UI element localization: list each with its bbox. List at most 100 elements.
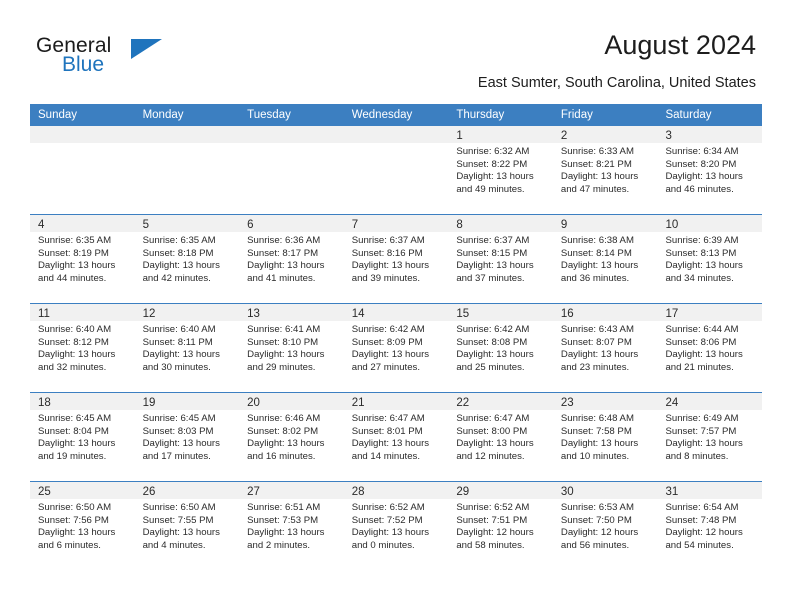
weekday-header-row: Sunday Monday Tuesday Wednesday Thursday… xyxy=(30,104,762,126)
sunset-time: Sunset: 8:14 PM xyxy=(560,247,632,259)
sunrise-time: Sunrise: 6:39 AM xyxy=(665,235,739,246)
calendar-day-cell[interactable]: 26 Sunrise: 6:50 AM Sunset: 7:55 PM Dayligh… xyxy=(134,482,240,570)
day-number: 14 xyxy=(351,308,365,320)
general-blue-logo: General Blue xyxy=(36,34,236,84)
day-number: 16 xyxy=(560,308,574,320)
weekday-header-tuesday: Tuesday xyxy=(247,109,291,121)
sunrise-time: Sunrise: 6:32 AM xyxy=(456,146,530,157)
day-number: 18 xyxy=(38,397,51,409)
day-number-band: 25 xyxy=(30,482,135,499)
day-sun-info: Sunrise: 6:46 AM Sunset: 8:02 PM Daylight:… xyxy=(239,410,344,463)
daylight-duration-line2: and 41 minutes. xyxy=(247,272,316,284)
calendar-week-row: 25 Sunrise: 6:50 AM Sunset: 7:56 PM Dayligh… xyxy=(30,481,763,570)
daylight-duration-line2: and 56 minutes. xyxy=(560,539,630,551)
day-sun-info: Sunrise: 6:53 AM Sunset: 7:50 PM Daylight:… xyxy=(553,499,658,552)
day-number: 31 xyxy=(665,486,679,498)
calendar-day-cell[interactable]: 8 Sunrise: 6:37 AM Sunset: 8:15 PM Daylight… xyxy=(448,215,553,303)
calendar-day-cell[interactable]: 16 Sunrise: 6:43 AM Sunset: 8:07 PM Dayligh… xyxy=(552,304,658,392)
sunrise-time: Sunrise: 6:52 AM xyxy=(456,502,530,513)
calendar-day-cell[interactable]: 4 Sunrise: 6:35 AM Sunset: 8:19 PM Daylight… xyxy=(30,215,135,303)
daylight-duration-line1: Daylight: 12 hours xyxy=(456,527,534,539)
calendar-day-cell[interactable]: 25 Sunrise: 6:50 AM Sunset: 7:56 PM Dayligh… xyxy=(30,482,135,570)
calendar-day-cell[interactable]: 14 Sunrise: 6:42 AM Sunset: 8:09 PM Dayligh… xyxy=(343,304,449,392)
day-number-band: 7 xyxy=(343,215,449,232)
calendar-day-cell[interactable]: 22 Sunrise: 6:47 AM Sunset: 8:00 PM Dayligh… xyxy=(448,393,553,481)
day-sun-info: Sunrise: 6:38 AM Sunset: 8:14 PM Daylight:… xyxy=(553,232,658,285)
daylight-duration-line1: Daylight: 13 hours xyxy=(247,260,325,272)
day-sun-info: Sunrise: 6:49 AM Sunset: 7:57 PM Daylight:… xyxy=(657,410,762,463)
day-number: 2 xyxy=(560,130,568,142)
daylight-duration-line2: and 12 minutes. xyxy=(456,450,525,462)
calendar-day-cell[interactable]: 30 Sunrise: 6:53 AM Sunset: 7:50 PM Dayligh… xyxy=(552,482,658,570)
calendar-day-cell[interactable]: 1 Sunrise: 6:32 AM Sunset: 8:22 PM Daylight… xyxy=(448,126,553,214)
calendar-day-cell[interactable]: 27 Sunrise: 6:51 AM Sunset: 7:53 PM Dayligh… xyxy=(239,482,344,570)
page-header: General Blue August 2024 East Sumter, So… xyxy=(0,0,792,104)
day-number-band xyxy=(239,126,344,143)
sunset-time: Sunset: 8:08 PM xyxy=(456,336,528,348)
day-number-band: 24 xyxy=(657,393,763,410)
calendar-day-cell[interactable]: 13 Sunrise: 6:41 AM Sunset: 8:10 PM Dayligh… xyxy=(239,304,344,392)
day-number-band: 22 xyxy=(448,393,553,410)
day-number-band: 16 xyxy=(552,304,658,321)
sunrise-time: Sunrise: 6:35 AM xyxy=(38,235,112,246)
sunrise-time: Sunrise: 6:46 AM xyxy=(247,413,321,424)
calendar-day-cell[interactable]: 2 Sunrise: 6:33 AM Sunset: 8:21 PM Daylight… xyxy=(552,126,658,214)
calendar-day-cell[interactable]: 10 Sunrise: 6:39 AM Sunset: 8:13 PM Dayligh… xyxy=(657,215,763,303)
calendar-day-cell[interactable]: 17 Sunrise: 6:44 AM Sunset: 8:06 PM Dayligh… xyxy=(657,304,763,392)
sunrise-time: Sunrise: 6:50 AM xyxy=(38,502,112,513)
calendar-day-cell[interactable]: 28 Sunrise: 6:52 AM Sunset: 7:52 PM Dayligh… xyxy=(343,482,449,570)
calendar-day-cell[interactable]: 6 Sunrise: 6:36 AM Sunset: 8:17 PM Daylight… xyxy=(239,215,344,303)
sunset-time: Sunset: 8:15 PM xyxy=(456,247,528,259)
calendar-day-cell[interactable]: 19 Sunrise: 6:45 AM Sunset: 8:03 PM Dayligh… xyxy=(134,393,240,481)
day-number: 21 xyxy=(351,397,365,409)
daylight-duration-line2: and 6 minutes. xyxy=(38,539,101,551)
calendar-day-cell[interactable]: 20 Sunrise: 6:46 AM Sunset: 8:02 PM Dayligh… xyxy=(239,393,344,481)
daylight-duration-line1: Daylight: 13 hours xyxy=(456,260,534,272)
daylight-duration-line1: Daylight: 13 hours xyxy=(247,438,325,450)
calendar-day-cell[interactable]: 11 Sunrise: 6:40 AM Sunset: 8:12 PM Dayligh… xyxy=(30,304,135,392)
sunset-time: Sunset: 8:16 PM xyxy=(351,247,423,259)
day-sun-info: Sunrise: 6:36 AM Sunset: 8:17 PM Daylight:… xyxy=(239,232,344,285)
calendar-day-cell[interactable]: 5 Sunrise: 6:35 AM Sunset: 8:18 PM Daylight… xyxy=(134,215,240,303)
day-number-band: 27 xyxy=(239,482,344,499)
day-number: 3 xyxy=(665,130,672,142)
sunset-time: Sunset: 7:58 PM xyxy=(560,425,632,437)
calendar-day-cell[interactable]: 7 Sunrise: 6:37 AM Sunset: 8:16 PM Daylight… xyxy=(343,215,449,303)
sunrise-time: Sunrise: 6:40 AM xyxy=(38,324,112,335)
sunrise-time: Sunrise: 6:52 AM xyxy=(351,502,425,513)
calendar-day-cell-empty xyxy=(343,126,449,214)
calendar-day-cell[interactable]: 23 Sunrise: 6:48 AM Sunset: 7:58 PM Dayligh… xyxy=(552,393,658,481)
daylight-duration-line2: and 30 minutes. xyxy=(142,361,211,373)
daylight-duration-line2: and 44 minutes. xyxy=(38,272,107,284)
calendar-day-cell[interactable]: 31 Sunrise: 6:54 AM Sunset: 7:48 PM Dayligh… xyxy=(657,482,763,570)
day-sun-info: Sunrise: 6:42 AM Sunset: 8:08 PM Daylight:… xyxy=(448,321,553,374)
day-number: 25 xyxy=(38,486,51,498)
calendar-day-cell-empty xyxy=(239,126,344,214)
daylight-duration-line1: Daylight: 13 hours xyxy=(560,171,639,183)
day-number-band: 14 xyxy=(343,304,449,321)
calendar-day-cell[interactable]: 21 Sunrise: 6:47 AM Sunset: 8:01 PM Dayligh… xyxy=(343,393,449,481)
sunrise-time: Sunrise: 6:50 AM xyxy=(142,502,216,513)
daylight-duration-line2: and 29 minutes. xyxy=(247,361,316,373)
sunset-time: Sunset: 7:52 PM xyxy=(351,514,423,526)
day-sun-info: Sunrise: 6:33 AM Sunset: 8:21 PM Daylight:… xyxy=(553,143,658,196)
calendar-day-cell-empty xyxy=(30,126,135,214)
day-sun-info: Sunrise: 6:51 AM Sunset: 7:53 PM Daylight:… xyxy=(239,499,344,552)
calendar-day-cell[interactable]: 12 Sunrise: 6:40 AM Sunset: 8:11 PM Dayligh… xyxy=(134,304,240,392)
weekday-header-saturday: Saturday xyxy=(665,109,712,121)
calendar-day-cell[interactable]: 18 Sunrise: 6:45 AM Sunset: 8:04 PM Dayligh… xyxy=(30,393,135,481)
sunset-time: Sunset: 7:57 PM xyxy=(665,425,737,437)
daylight-duration-line2: and 19 minutes. xyxy=(38,450,107,462)
daylight-duration-line1: Daylight: 13 hours xyxy=(351,260,430,272)
daylight-duration-line1: Daylight: 12 hours xyxy=(665,527,743,539)
day-number-band: 4 xyxy=(30,215,135,232)
calendar-day-cell[interactable]: 9 Sunrise: 6:38 AM Sunset: 8:14 PM Daylight… xyxy=(552,215,658,303)
day-number: 4 xyxy=(38,219,45,231)
day-number-band: 3 xyxy=(657,126,763,143)
day-number-band: 13 xyxy=(239,304,344,321)
daylight-duration-line2: and 34 minutes. xyxy=(665,272,734,284)
calendar-day-cell[interactable]: 24 Sunrise: 6:49 AM Sunset: 7:57 PM Dayligh… xyxy=(657,393,763,481)
calendar-day-cell[interactable]: 15 Sunrise: 6:42 AM Sunset: 8:08 PM Dayligh… xyxy=(448,304,553,392)
calendar-day-cell[interactable]: 3 Sunrise: 6:34 AM Sunset: 8:20 PM Daylight… xyxy=(657,126,763,214)
calendar-day-cell[interactable]: 29 Sunrise: 6:52 AM Sunset: 7:51 PM Dayligh… xyxy=(448,482,553,570)
